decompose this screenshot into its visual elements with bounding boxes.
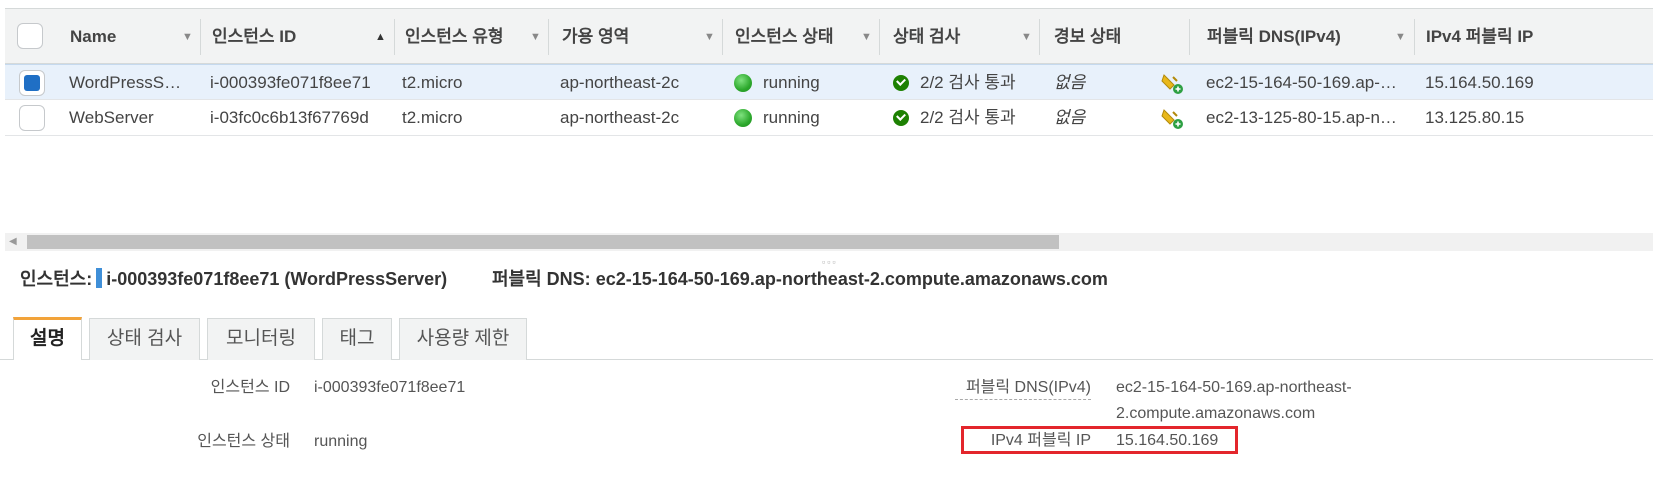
column-divider (1039, 19, 1040, 55)
column-divider (394, 19, 395, 55)
col-public-dns[interactable]: 퍼블릭 DNS(IPv4) ▼ (1207, 9, 1415, 65)
instance-id-value: i-000393fe071f8ee71 (314, 379, 466, 396)
col-alarm-status[interactable]: 경보 상태 (1054, 9, 1190, 65)
sort-icon[interactable]: ▼ (1021, 9, 1032, 65)
public-dns-heading: 퍼블릭 DNS: ec2-15-164-50-169.ap-northeast-… (492, 267, 1108, 291)
col-public-ip[interactable]: IPv4 퍼블릭 IP (1426, 9, 1533, 65)
sort-icon[interactable]: ▼ (704, 9, 715, 65)
check-circle-icon (893, 75, 909, 91)
col-alarm-status-label: 경보 상태 (1054, 27, 1122, 46)
table-header: Name ▼ 인스턴스 ID ▲ 인스턴스 유형 ▼ 가용 영역 ▼ 인스턴스 … (5, 8, 1653, 64)
col-instance-state[interactable]: 인스턴스 상태 ▼ (735, 9, 880, 65)
public-dns-heading-value: ec2-15-164-50-169.ap-northeast-2.compute… (595, 269, 1108, 289)
cell-public-dns: ec2-13-125-80-15.ap-n… (1206, 108, 1397, 127)
cell-status-check[interactable]: 2/2 검사 통과 (920, 100, 1016, 136)
cell-alarm: 없음 (1054, 108, 1086, 127)
instance-color-bar (96, 268, 103, 288)
cell-state: running (763, 108, 820, 127)
table-row[interactable]: WebServer i-03fc0c6b13f67769d t2.micro a… (5, 100, 1653, 136)
col-instance-state-label: 인스턴스 상태 (735, 27, 834, 46)
col-status-check[interactable]: 상태 검사 ▼ (893, 9, 1040, 65)
cell-instance-type: t2.micro (402, 108, 463, 127)
cell-status-check[interactable]: 2/2 검사 통과 (920, 65, 1016, 101)
col-name-label: Name (70, 27, 117, 46)
instance-heading-label: 인스턴스: (20, 269, 93, 289)
horizontal-scrollbar[interactable]: ◀ (5, 233, 1653, 251)
resize-handle[interactable]: ▫▫▫ (822, 257, 838, 267)
col-public-ip-label: IPv4 퍼블릭 IP (1426, 27, 1534, 46)
col-instance-type[interactable]: 인스턴스 유형 ▼ (405, 9, 549, 65)
instance-id-label: 인스턴스 ID (210, 379, 290, 396)
public-dns-value-line2: 2.compute.amazonaws.com (1116, 405, 1316, 422)
col-name[interactable]: Name ▼ (70, 9, 201, 65)
column-divider (1414, 19, 1415, 55)
tab-status-checks[interactable]: 상태 검사 (89, 318, 200, 360)
cell-name: WordPressS… (69, 73, 182, 92)
sort-icon[interactable]: ▼ (1395, 9, 1406, 65)
public-dns-label: 퍼블릭 DNS(IPv4) (955, 376, 1091, 400)
cell-public-dns: ec2-15-164-50-169.ap-… (1206, 73, 1397, 92)
cell-instance-type: t2.micro (402, 73, 463, 92)
column-divider (548, 19, 549, 55)
running-dot-icon (734, 74, 752, 92)
col-az-label: 가용 영역 (562, 27, 630, 46)
cell-az: ap-northeast-2c (560, 108, 680, 127)
col-instance-id[interactable]: 인스턴스 ID ▲ (212, 9, 395, 65)
cell-az: ap-northeast-2c (560, 73, 680, 92)
cell-state: running (763, 73, 820, 92)
column-divider (200, 19, 201, 55)
cell-alarm: 없음 (1054, 73, 1086, 92)
select-all-checkbox[interactable] (17, 23, 43, 49)
col-public-dns-label: 퍼블릭 DNS(IPv4) (1207, 27, 1341, 46)
tab-description[interactable]: 설명 (13, 317, 82, 360)
scrollbar-thumb[interactable] (27, 235, 1059, 249)
alarm-bell-add-icon[interactable] (1160, 106, 1184, 130)
instance-state-label: 인스턴스 상태 (197, 433, 290, 450)
column-divider (879, 19, 880, 55)
sort-ascending-icon[interactable]: ▲ (375, 9, 386, 65)
sort-icon[interactable]: ▼ (861, 9, 872, 65)
table-row[interactable]: WordPressS… i-000393fe071f8ee71 t2.micro… (5, 64, 1653, 100)
instance-heading: 인스턴스: i-000393fe071f8ee71 (WordPressServe… (20, 267, 447, 291)
scroll-left-icon[interactable]: ◀ (9, 236, 17, 247)
detail-tabs: 설명 상태 검사 모니터링 태그 사용량 제한 (0, 317, 1653, 360)
check-circle-icon (893, 110, 909, 126)
col-instance-type-label: 인스턴스 유형 (405, 27, 504, 46)
instances-table: Name ▼ 인스턴스 ID ▲ 인스턴스 유형 ▼ 가용 영역 ▼ 인스턴스 … (0, 0, 1653, 251)
public-dns-heading-label: 퍼블릭 DNS: (492, 269, 591, 289)
tab-monitoring[interactable]: 모니터링 (207, 318, 315, 360)
public-dns-value-line1: ec2-15-164-50-169.ap-northeast- (1116, 379, 1352, 396)
running-dot-icon (734, 109, 752, 127)
row-checkbox[interactable] (19, 70, 45, 96)
cell-instance-id: i-000393fe071f8ee71 (210, 73, 371, 92)
tab-tags[interactable]: 태그 (322, 318, 392, 360)
column-divider (1189, 19, 1190, 55)
sort-icon[interactable]: ▼ (182, 9, 193, 65)
sort-icon[interactable]: ▼ (530, 9, 541, 65)
col-status-check-label: 상태 검사 (893, 27, 961, 46)
instance-heading-value: i-000393fe071f8ee71 (WordPressServer) (106, 269, 448, 289)
tab-usage-limits[interactable]: 사용량 제한 (399, 318, 527, 360)
cell-instance-id: i-03fc0c6b13f67769d (210, 108, 369, 127)
highlight-box (961, 426, 1238, 454)
cell-public-ip: 15.164.50.169 (1425, 73, 1534, 92)
col-az[interactable]: 가용 영역 ▼ (562, 9, 723, 65)
cell-name: WebServer (69, 108, 154, 127)
row-checkbox[interactable] (19, 105, 45, 131)
col-instance-id-label: 인스턴스 ID (212, 27, 297, 46)
column-divider (722, 19, 723, 55)
alarm-bell-add-icon[interactable] (1160, 71, 1184, 95)
instance-state-value: running (314, 433, 368, 450)
cell-public-ip: 13.125.80.15 (1425, 108, 1525, 127)
